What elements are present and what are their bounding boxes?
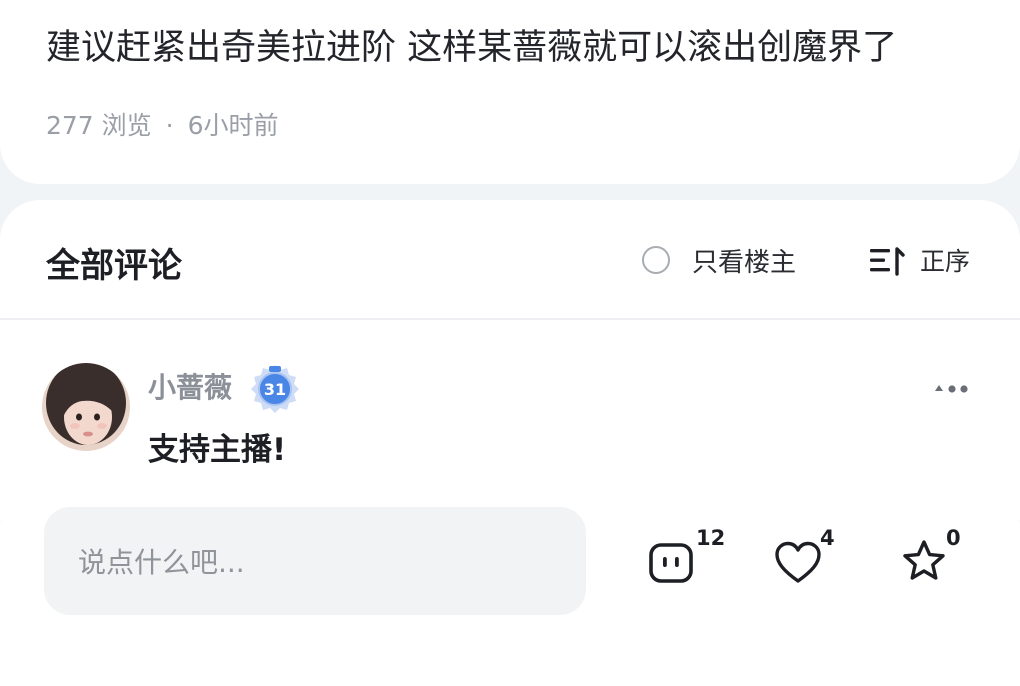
op-only-label: 只看楼主 <box>692 247 797 278</box>
level-number: 31 <box>264 380 286 399</box>
post-title: 建议赶紧出奇美拉进阶 这样某蔷薇就可以滚出创魔界了 <box>46 28 898 68</box>
sort-button[interactable]: 正序 <box>870 238 970 282</box>
post-meta: 277 浏览 · 6小时前 <box>46 106 279 142</box>
more-dots-icon <box>935 385 968 393</box>
comments-heading: 全部评论 <box>46 246 182 286</box>
more-options-button[interactable] <box>932 376 972 400</box>
divider <box>0 318 1020 320</box>
avatar[interactable] <box>42 363 130 451</box>
op-only-toggle[interactable]: 只看楼主 <box>642 238 796 282</box>
op-only-radio[interactable] <box>642 246 670 274</box>
sort-label: 正序 <box>920 247 971 276</box>
comment-icon <box>649 543 693 583</box>
like-button[interactable]: 4 <box>774 526 844 590</box>
favorite-button[interactable]: 0 <box>900 526 970 590</box>
bottom-action-bar: 说点什么吧... 12 4 0 <box>0 486 1020 686</box>
comment-text: 支持主播! <box>148 432 287 468</box>
comment-count: 12 <box>696 526 726 550</box>
comments-section: 全部评论 只看楼主 正序 小蔷薇 31 支持主播! <box>0 200 1020 520</box>
view-count: 277 浏览 <box>46 111 152 140</box>
comment-input[interactable]: 说点什么吧... <box>44 507 586 615</box>
post-header-card: 建议赶紧出奇美拉进阶 这样某蔷薇就可以滚出创魔界了 277 浏览 · 6小时前 <box>0 0 1020 184</box>
star-icon <box>903 540 945 580</box>
like-count: 4 <box>820 526 835 550</box>
sort-ascending-icon <box>870 247 905 276</box>
heart-icon <box>775 541 821 583</box>
meta-separator: · <box>165 111 174 140</box>
favorite-count: 0 <box>946 526 961 550</box>
level-badge: 31 <box>249 362 301 414</box>
post-time: 6小时前 <box>187 111 279 140</box>
comment-username[interactable]: 小蔷薇 <box>148 366 232 406</box>
comment-button[interactable]: 12 <box>648 526 725 590</box>
